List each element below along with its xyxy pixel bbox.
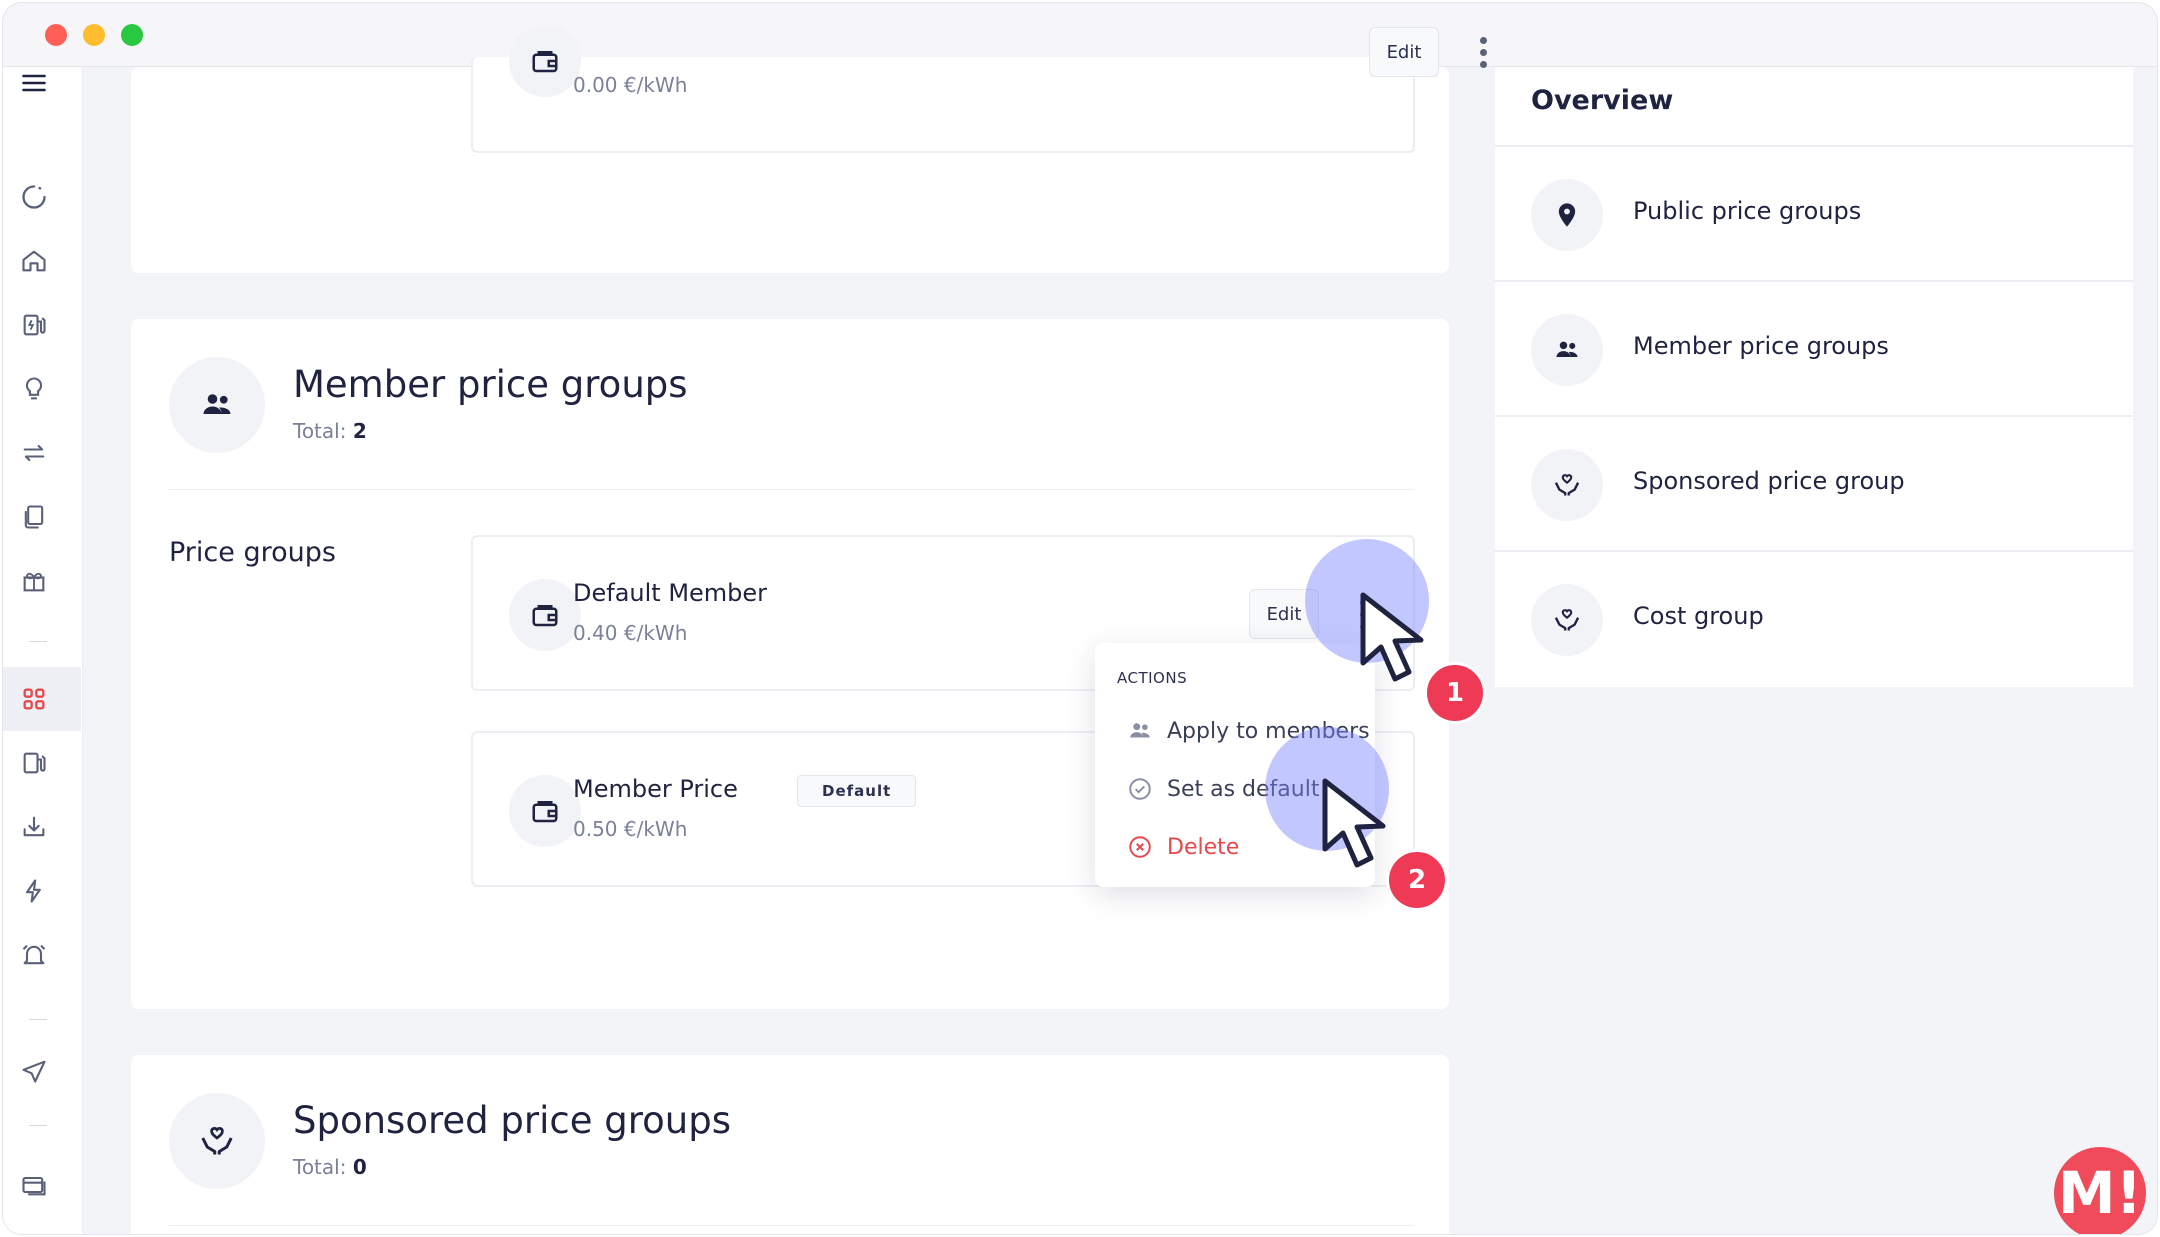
step-badge: 2 <box>1386 849 1448 911</box>
overview-item-label: Cost group <box>1633 602 1764 630</box>
sidebar-divider <box>29 641 47 642</box>
overview-panel: Overview Public price groups Member pric… <box>1495 67 2133 687</box>
overview-item-label: Sponsored price group <box>1633 467 1905 495</box>
documents-icon[interactable] <box>18 501 50 533</box>
price-group-name: Member Price <box>573 775 738 803</box>
charger-station-icon[interactable] <box>18 309 50 341</box>
total-value: 0 <box>352 1155 367 1179</box>
dashboard-loader-icon[interactable] <box>18 181 50 213</box>
section-total: Total: 0 <box>293 1155 367 1179</box>
section-title: Member price groups <box>293 363 688 406</box>
brand-logo[interactable]: M! <box>2054 1147 2146 1234</box>
overview-item-cost-group[interactable]: Cost group <box>1495 550 2133 684</box>
maximize-window-button[interactable] <box>121 24 143 46</box>
hands-heart-icon <box>169 1093 265 1189</box>
price-group-price: 0.50 €/kWh <box>573 817 688 841</box>
total-label: Total: <box>293 1155 347 1179</box>
download-icon[interactable] <box>18 811 50 843</box>
gift-icon[interactable] <box>18 565 50 597</box>
overview-item-member-price-groups[interactable]: Member price groups <box>1495 280 2133 414</box>
send-icon[interactable] <box>18 1055 50 1087</box>
public-price-groups-card: 0.00 €/kWh Edit <box>131 25 1487 273</box>
overview-title: Overview <box>1531 85 1674 116</box>
sidebar-divider <box>29 1125 47 1126</box>
wallet-icon <box>509 775 581 847</box>
step-badge: 1 <box>1424 662 1486 724</box>
app-window: 0.00 €/kWh Edit Member price groups Tota… <box>2 2 2158 1235</box>
price-group-price: 0.00 €/kWh <box>573 73 688 97</box>
price-group-price: 0.40 €/kWh <box>573 621 688 645</box>
sidebar <box>3 67 83 1234</box>
menu-item-label: Delete <box>1167 834 1240 860</box>
sidebar-divider <box>29 1019 47 1020</box>
overview-item-label: Public price groups <box>1633 197 1862 225</box>
divider <box>169 1225 1413 1226</box>
x-circle-icon <box>1129 836 1151 858</box>
home-icon[interactable] <box>18 245 50 277</box>
lightbulb-icon[interactable] <box>18 373 50 405</box>
cards-icon[interactable] <box>18 1169 50 1201</box>
hands-heart-icon <box>1531 584 1603 656</box>
overview-item-label: Member price groups <box>1633 332 1889 360</box>
charger-station-2-icon[interactable] <box>18 747 50 779</box>
overview-item-public-price-groups[interactable]: Public price groups <box>1495 145 2133 279</box>
edit-button[interactable]: Edit <box>1369 27 1439 77</box>
members-icon <box>1130 723 1150 738</box>
price-group-name: Default Member <box>573 579 768 607</box>
actions-menu-header: ACTIONS <box>1117 669 1188 687</box>
members-icon <box>1531 314 1603 386</box>
alarm-bell-icon[interactable] <box>18 939 50 971</box>
wallet-icon <box>509 579 581 651</box>
hands-heart-icon <box>1531 449 1603 521</box>
default-badge: Default <box>797 775 917 807</box>
total-value: 2 <box>352 419 367 443</box>
sponsored-price-groups-card: Sponsored price groups Total: 0 <box>131 1055 1449 1234</box>
overview-item-sponsored-price-group[interactable]: Sponsored price group <box>1495 415 2133 549</box>
members-icon <box>169 357 265 453</box>
delete-menu-item[interactable]: Delete <box>1127 829 1239 865</box>
transfer-arrows-icon[interactable] <box>18 437 50 469</box>
price-group-card: 0.00 €/kWh Edit <box>471 25 1487 153</box>
location-pin-icon <box>1531 179 1603 251</box>
price-groups-label: Price groups <box>169 537 336 568</box>
check-circle-icon <box>1129 778 1151 800</box>
grid-apps-icon[interactable] <box>18 683 50 715</box>
minimize-window-button[interactable] <box>83 24 105 46</box>
wallet-icon <box>509 25 581 97</box>
section-total: Total: 2 <box>293 419 367 443</box>
lightning-icon[interactable] <box>18 875 50 907</box>
total-label: Total: <box>293 419 347 443</box>
close-window-button[interactable] <box>45 24 67 46</box>
menu-icon[interactable] <box>18 67 50 99</box>
section-title: Sponsored price groups <box>293 1099 731 1142</box>
divider <box>169 489 1413 490</box>
